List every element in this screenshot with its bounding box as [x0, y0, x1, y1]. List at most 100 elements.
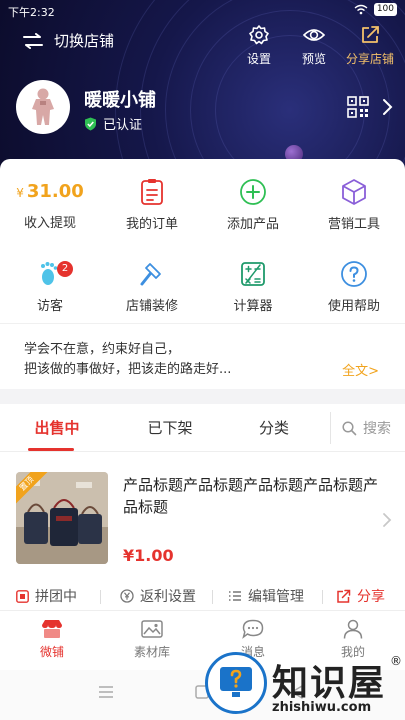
store-icon — [42, 620, 62, 638]
active-tab-indicator — [28, 448, 74, 451]
switch-store-button[interactable]: 切换店铺 — [22, 30, 114, 51]
nav-materials[interactable]: 素材库 — [117, 619, 187, 660]
share-store-button[interactable]: 分享店铺 — [340, 24, 400, 67]
grid-label: 访客 — [36, 299, 63, 314]
shield-check-icon — [85, 117, 96, 130]
product-actions: 拼团中 返利设置 编辑管理 分享 — [0, 582, 405, 608]
grid-item-visitors[interactable]: 2 访客 — [5, 259, 95, 314]
edit-manage-button[interactable]: 编辑管理 — [228, 586, 304, 606]
motto-line-2: 把该做的事做好，把该走的路走好... — [24, 362, 232, 377]
user-icon — [343, 619, 363, 639]
tab-separator — [330, 412, 331, 444]
grid-item-store-decoration[interactable]: 店铺装修 — [107, 259, 197, 314]
settings-button[interactable]: 设置 — [229, 24, 289, 67]
image-icon — [141, 620, 163, 638]
grid-label: 店铺装修 — [125, 299, 178, 314]
calculator-icon — [241, 262, 265, 286]
watermark-logo — [205, 652, 267, 714]
nav-label: 微铺 — [39, 645, 64, 659]
share-product-button[interactable]: 分享 — [336, 586, 385, 606]
product-title: 产品标题产品标题产品标题产品标题产品标题 — [123, 476, 379, 516]
share-icon — [337, 589, 351, 603]
grid-item-marketing-tools[interactable]: 营销工具 — [309, 177, 399, 232]
switch-arrows-icon — [23, 32, 43, 49]
verified-status: 已认证 — [84, 114, 142, 133]
action-separator — [322, 590, 323, 604]
grid-item-orders[interactable]: 我的订单 — [107, 177, 197, 232]
store-header: 下午2:32 100 切换店铺 设置 预览 分享店铺 暖暖小铺 已认证 — [0, 0, 405, 172]
baby-clothes-avatar-icon — [32, 88, 54, 125]
tab-category[interactable]: 分类 — [234, 404, 314, 452]
grid-label: 添加产品 — [226, 217, 279, 232]
product-list-item[interactable]: 置顶 产品标题产品标题产品标题产品标题产品标题 ¥1.00 拼团中 返利设置 编… — [0, 452, 405, 610]
plus-circle-icon — [240, 179, 266, 205]
motto-text: 学会不在意，约束好自己， 把该做的事做好，把该走的路走好... — [24, 340, 231, 380]
store-name: 暖暖小铺 — [84, 90, 156, 111]
chevron-right-icon[interactable] — [382, 512, 392, 528]
rebate-label: 返利设置 — [140, 589, 196, 605]
action-separator — [212, 590, 213, 604]
question-monitor-icon — [220, 667, 252, 697]
grid-item-add-product[interactable]: 添加产品 — [208, 177, 298, 232]
watermark-name: 知识屋 — [272, 663, 387, 704]
visitor-count-badge: 2 — [57, 261, 73, 277]
share-store-label: 分享店铺 — [345, 52, 394, 66]
switch-store-label: 切换店铺 — [54, 32, 115, 50]
nav-micro-store[interactable]: 微铺 — [17, 619, 87, 660]
gear-icon — [249, 25, 269, 45]
grid-item-calculator[interactable]: 计算器 — [208, 259, 298, 314]
group-buy-button[interactable]: 拼团中 — [16, 586, 77, 606]
share-box-icon — [362, 26, 379, 43]
balance-value: 31.00 — [26, 181, 84, 202]
list-icon — [229, 591, 241, 601]
edit-manage-label: 编辑管理 — [248, 589, 304, 605]
status-bar: 下午2:32 100 — [0, 0, 405, 22]
grid-label: 使用帮助 — [327, 299, 380, 314]
product-thumbnail[interactable]: 置顶 — [16, 472, 108, 564]
withdraw-label: 收入提现 — [23, 216, 76, 231]
yen-coin-icon — [120, 589, 134, 603]
store-avatar[interactable] — [16, 80, 70, 134]
group-buy-icon — [16, 589, 29, 603]
verified-label: 已认证 — [103, 118, 143, 133]
search-label: 搜索 — [363, 421, 391, 437]
status-time: 下午2:32 — [8, 6, 55, 19]
chat-bubble-icon — [242, 619, 264, 639]
grid-label: 计算器 — [233, 299, 273, 314]
card-divider — [0, 323, 405, 324]
rebate-settings-button[interactable]: 返利设置 — [120, 586, 196, 606]
help-icon — [341, 261, 367, 287]
menu-icon[interactable] — [98, 685, 114, 699]
action-separator — [100, 590, 101, 604]
hammer-icon — [140, 263, 161, 286]
tab-off-shelf[interactable]: 已下架 — [130, 404, 210, 452]
withdraw-income-button[interactable]: ¥31.00 收入提现 — [5, 177, 95, 231]
chevron-right-icon[interactable] — [381, 98, 393, 116]
status-icons: 100 — [354, 3, 397, 16]
preview-button[interactable]: 预览 — [284, 24, 344, 67]
balance-amount: ¥31.00 — [5, 177, 95, 208]
watermark-url: zhishiwu.com — [272, 700, 372, 715]
preview-label: 预览 — [301, 52, 326, 66]
grid-label: 我的订单 — [125, 217, 178, 232]
cube-icon — [342, 179, 366, 205]
product-price: ¥1.00 — [123, 546, 174, 565]
product-tabs: 出售中 已下架 分类 搜索 — [0, 404, 405, 452]
order-list-icon — [141, 179, 163, 205]
nav-label: 素材库 — [133, 645, 170, 659]
currency-symbol: ¥ — [16, 186, 24, 200]
settings-label: 设置 — [246, 52, 271, 66]
group-buy-label: 拼团中 — [35, 589, 77, 605]
full-text-link[interactable]: 全文> — [342, 360, 379, 379]
motto-line-1: 学会不在意，约束好自己， — [24, 342, 181, 357]
search-button[interactable]: 搜索 — [342, 404, 391, 452]
search-icon — [342, 420, 357, 435]
grid-label: 营销工具 — [327, 217, 380, 232]
grid-item-help[interactable]: 使用帮助 — [309, 259, 399, 314]
eye-icon — [302, 29, 326, 41]
tab-on-sale[interactable]: 出售中 — [17, 404, 97, 452]
watermark-registered-mark: ® — [390, 654, 402, 668]
battery-indicator: 100 — [373, 3, 397, 16]
qr-code-icon[interactable] — [347, 96, 369, 118]
share-label: 分享 — [357, 589, 385, 605]
